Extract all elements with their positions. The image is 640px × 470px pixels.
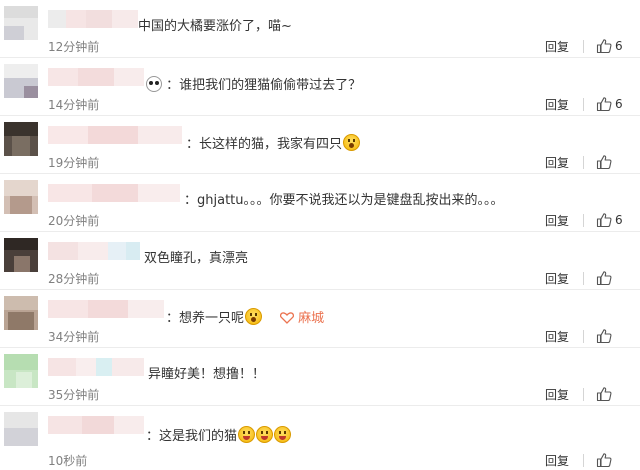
comment-time: 14分钟前: [48, 98, 100, 112]
like-button[interactable]: 6: [596, 212, 636, 230]
comment-text: 中国的大橘要涨价了，喵~: [138, 18, 292, 36]
thumbs-up-icon: [596, 453, 612, 468]
panda-emoji-icon: [146, 76, 162, 92]
comment-text: ：谁把我们的狸猫偷偷带过去了？: [146, 76, 361, 95]
grinning-face-emoji-icon: [238, 426, 256, 443]
comment-text: ：想养一只呢 麻城: [166, 308, 324, 328]
reply-button[interactable]: 回复: [545, 212, 569, 229]
thumbs-up-icon: [596, 387, 612, 402]
comment-row: ：ghjattu。。。你要不说我还以为是键盘乱按出来的。。。 20分钟前 回复 …: [0, 174, 640, 232]
comment-row: ：想养一只呢 麻城 34分钟前 回复: [0, 290, 640, 348]
comment-text: ：这是我们的猫: [146, 426, 292, 446]
like-count: 6: [615, 39, 623, 53]
like-button[interactable]: 6: [596, 38, 636, 56]
scared-face-emoji-icon: [343, 134, 361, 151]
comment-content: ：ghjattu。。。你要不说我还以为是键盘乱按出来的。。。: [184, 193, 504, 208]
reply-button[interactable]: 回复: [545, 328, 569, 345]
comment-text: 双色瞳孔，真漂亮: [144, 250, 248, 268]
comment-time: 28分钟前: [48, 272, 100, 286]
avatar[interactable]: [4, 180, 38, 214]
avatar[interactable]: [4, 6, 38, 40]
username-blurred[interactable]: [48, 184, 180, 202]
thumbs-up-icon: [596, 213, 612, 228]
divider: [583, 98, 584, 111]
thumbs-up-icon: [596, 97, 612, 112]
avatar[interactable]: [4, 412, 38, 446]
thumbs-up-icon: [596, 271, 612, 286]
comment-content: ：想养一只呢: [166, 311, 245, 326]
divider: [583, 272, 584, 285]
comment-content: 异瞳好美！想撸！！: [148, 367, 266, 382]
like-count: 6: [615, 213, 623, 227]
thumbs-up-icon: [596, 155, 612, 170]
like-button[interactable]: [596, 452, 636, 470]
grinning-face-emoji-icon: [274, 426, 292, 443]
like-count: 6: [615, 97, 623, 111]
comment-text: ：ghjattu。。。你要不说我还以为是键盘乱按出来的。。。: [184, 192, 504, 210]
divider: [583, 214, 584, 227]
like-button[interactable]: 6: [596, 96, 636, 114]
reply-button[interactable]: 回复: [545, 452, 569, 469]
comment-time: 20分钟前: [48, 214, 100, 228]
username-blurred[interactable]: [48, 416, 144, 434]
comment-row: ：谁把我们的狸猫偷偷带过去了？ 14分钟前 回复 6: [0, 58, 640, 116]
comment-time: 12分钟前: [48, 40, 100, 54]
reply-button[interactable]: 回复: [545, 154, 569, 171]
comment-content: 双色瞳孔，真漂亮: [144, 251, 249, 266]
username-blurred[interactable]: [48, 300, 164, 318]
comment-time: 10秒前: [48, 454, 88, 468]
comment-text: 异瞳好美！想撸！！: [148, 366, 265, 384]
scared-face-emoji-icon: [245, 308, 263, 325]
comment-row: 异瞳好美！想撸！！ 35分钟前 回复: [0, 348, 640, 406]
username-blurred[interactable]: [48, 10, 138, 28]
reply-button[interactable]: 回复: [545, 38, 569, 55]
thumbs-up-icon: [596, 39, 612, 54]
username-blurred[interactable]: [48, 242, 140, 260]
comment-row: 双色瞳孔，真漂亮 28分钟前 回复: [0, 232, 640, 290]
comment-content: ：长这样的猫，我家有四只: [186, 137, 343, 152]
avatar[interactable]: [4, 238, 38, 272]
comment-row: 中国的大橘要涨价了，喵~ 12分钟前 回复 6: [0, 0, 640, 58]
avatar[interactable]: [4, 354, 38, 388]
divider: [583, 454, 584, 467]
avatar[interactable]: [4, 64, 38, 98]
comment-content: ：谁把我们的狸猫偷偷带过去了？: [166, 78, 362, 93]
username-blurred[interactable]: [48, 126, 182, 144]
comment-time: 35分钟前: [48, 388, 100, 402]
comment-text: ：长这样的猫，我家有四只: [186, 134, 361, 154]
comment-content: 中国的大橘要涨价了，喵~: [138, 19, 292, 34]
comment-time: 34分钟前: [48, 330, 100, 344]
username-blurred[interactable]: [48, 68, 144, 86]
divider: [583, 330, 584, 343]
avatar[interactable]: [4, 296, 38, 330]
like-button[interactable]: [596, 328, 636, 346]
reply-button[interactable]: 回复: [545, 96, 569, 113]
comment-row: ：长这样的猫，我家有四只 19分钟前 回复: [0, 116, 640, 174]
comment-row: ：这是我们的猫 10秒前 回复: [0, 406, 640, 470]
comment-time: 19分钟前: [48, 156, 100, 170]
divider: [583, 156, 584, 169]
like-button[interactable]: [596, 154, 636, 172]
location-label[interactable]: 麻城: [298, 311, 324, 326]
username-blurred[interactable]: [48, 358, 144, 376]
avatar[interactable]: [4, 122, 38, 156]
location-pin-icon: [280, 312, 295, 324]
divider: [583, 40, 584, 53]
grinning-face-emoji-icon: [256, 426, 274, 443]
reply-button[interactable]: 回复: [545, 386, 569, 403]
comment-list: 中国的大橘要涨价了，喵~ 12分钟前 回复 6 ：谁把我们的狸猫偷偷带过去了？ …: [0, 0, 640, 470]
divider: [583, 388, 584, 401]
comment-content: ：这是我们的猫: [146, 429, 238, 444]
like-button[interactable]: [596, 386, 636, 404]
thumbs-up-icon: [596, 329, 612, 344]
like-button[interactable]: [596, 270, 636, 288]
reply-button[interactable]: 回复: [545, 270, 569, 287]
